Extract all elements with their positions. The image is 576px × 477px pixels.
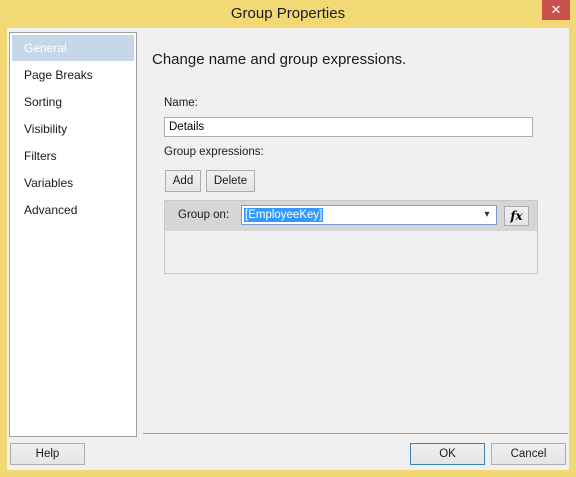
dialog-window: Group Properties ✕ General Page Breaks S… <box>0 0 576 477</box>
page-heading: Change name and group expressions. <box>152 51 407 68</box>
chevron-down-icon[interactable]: ▾ <box>481 208 493 222</box>
name-input[interactable] <box>164 117 533 137</box>
group-on-label: Group on: <box>178 209 230 221</box>
sidebar-item-variables[interactable]: Variables <box>12 170 134 196</box>
window-title: Group Properties <box>230 5 346 22</box>
sidebar-item-page-breaks[interactable]: Page Breaks <box>12 62 134 88</box>
sidebar-item-filters[interactable]: Filters <box>12 143 134 169</box>
group-on-value: [EmployeeKey] <box>244 208 324 222</box>
group-expression-row[interactable]: Group on: [EmployeeKey] ▾ fx <box>165 201 537 231</box>
sidebar-item-advanced[interactable]: Advanced <box>12 197 134 223</box>
help-button[interactable]: Help <box>10 443 85 465</box>
sidebar-item-general[interactable]: General <box>12 35 134 61</box>
footer-separator <box>143 433 568 434</box>
group-on-combobox[interactable]: [EmployeeKey] ▾ <box>241 205 497 225</box>
group-expressions-list: Group on: [EmployeeKey] ▾ fx <box>164 200 538 274</box>
ok-button[interactable]: OK <box>410 443 485 465</box>
group-expressions-label: Group expressions: <box>164 146 264 158</box>
name-label: Name: <box>164 97 198 109</box>
add-button[interactable]: Add <box>165 170 201 192</box>
cancel-button[interactable]: Cancel <box>491 443 566 465</box>
close-icon: ✕ <box>550 2 562 17</box>
dialog-client-area: General Page Breaks Sorting Visibility F… <box>7 28 569 470</box>
sidebar-item-visibility[interactable]: Visibility <box>12 116 134 142</box>
delete-button[interactable]: Delete <box>206 170 255 192</box>
close-button[interactable]: ✕ <box>542 0 570 20</box>
fx-icon: fx <box>510 209 523 223</box>
sidebar-nav: General Page Breaks Sorting Visibility F… <box>9 32 137 437</box>
expression-fx-button[interactable]: fx <box>504 206 529 226</box>
sidebar-item-sorting[interactable]: Sorting <box>12 89 134 115</box>
title-bar[interactable]: Group Properties ✕ <box>0 0 576 28</box>
